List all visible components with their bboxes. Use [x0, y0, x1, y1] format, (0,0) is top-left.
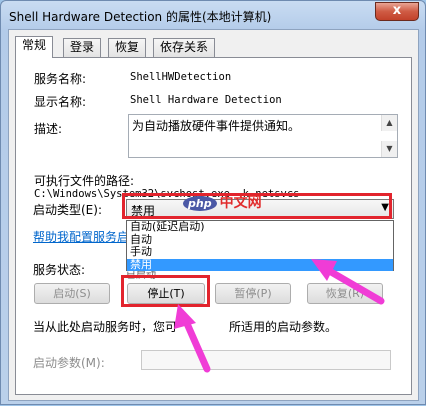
php-watermark-logo: php 中文网	[183, 192, 262, 212]
close-button[interactable]: x	[375, 2, 419, 21]
option-manual[interactable]: 手动	[127, 246, 393, 259]
hint-text: 当从此处启动服务时，您可	[33, 320, 178, 334]
tab-recovery[interactable]: 恢复	[108, 38, 147, 57]
option-auto-delayed[interactable]: 自动(延迟启动)	[127, 221, 393, 234]
option-auto[interactable]: 自动	[127, 233, 393, 247]
service-status-label: 服务状态:	[33, 263, 86, 277]
start-params-input[interactable]	[141, 350, 391, 370]
hint-text-tail: 所适用的启动参数。	[229, 320, 338, 334]
option-disabled[interactable]: 禁用	[127, 258, 393, 271]
service-name-label: 服务名称:	[34, 72, 87, 86]
resume-button[interactable]: 恢复(R)	[307, 283, 383, 304]
display-name-label: 显示名称:	[34, 95, 87, 109]
php-logo-badge: php	[183, 196, 217, 211]
title-bar[interactable]: Shell Hardware Detection 的属性(本地计算机) x	[1, 1, 425, 29]
scroll-up-icon[interactable]: ▲	[381, 115, 397, 131]
description-value: 为自动播放硬件事件提供通知。	[132, 119, 301, 133]
pause-button[interactable]: 暂停(P)	[215, 283, 291, 304]
description-label: 描述:	[34, 122, 63, 136]
start-button[interactable]: 启动(S)	[34, 283, 110, 304]
tab-logon[interactable]: 登录	[63, 38, 102, 57]
properties-window: Shell Hardware Detection 的属性(本地计算机) x 常规…	[0, 0, 426, 405]
window-title: Shell Hardware Detection 的属性(本地计算机)	[9, 10, 272, 24]
scroll-down-icon[interactable]: ▼	[381, 141, 397, 157]
tab-dependencies[interactable]: 依存关系	[153, 38, 216, 57]
startup-type-dropdown: 自动(延迟启动) 自动 手动 禁用	[126, 220, 394, 271]
service-name-value: ShellHWDetection	[130, 71, 232, 83]
path-label: 可执行文件的路径:	[34, 174, 135, 188]
stop-button-highlight	[121, 275, 210, 307]
help-config-link[interactable]: 帮助我配置服务启	[33, 228, 129, 245]
tab-general[interactable]: 常规	[15, 36, 54, 58]
start-params-label: 启动参数(M):	[33, 356, 105, 370]
display-name-value: Shell Hardware Detection	[130, 94, 282, 106]
startup-type-label: 启动类型(E):	[33, 203, 102, 217]
watermark-text: 中文网	[219, 195, 262, 211]
description-box[interactable]: 为自动播放硬件事件提供通知。 ▲ ▼	[128, 114, 398, 158]
